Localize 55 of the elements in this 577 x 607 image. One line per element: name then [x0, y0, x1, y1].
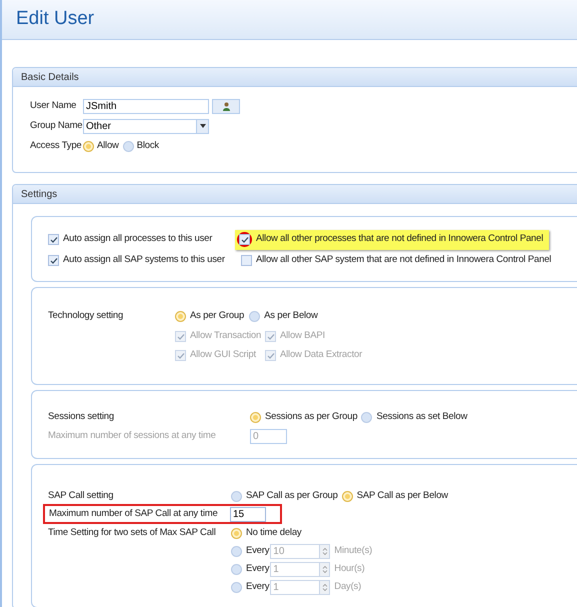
spinner-arrows-icon — [322, 583, 328, 592]
setting-label: Time Setting for two sets of Max SAP Call — [48, 526, 217, 540]
radio-label: Block — [136, 138, 159, 153]
radio-label: SAP Call as per Below — [356, 488, 448, 503]
setting-label: Sessions setting — [48, 410, 115, 424]
radio-button[interactable] — [122, 140, 134, 152]
radio-button[interactable] — [249, 310, 260, 322]
checkbox-label: Allow Transaction — [190, 329, 262, 344]
radio-button[interactable] — [231, 528, 242, 539]
caret-icon — [200, 124, 206, 128]
checkbox-label: Allow GUI Script — [190, 348, 256, 362]
radio-button[interactable] — [83, 140, 94, 152]
user-lookup-button[interactable] — [212, 98, 240, 114]
field-label: Maximum number of SAP Call at any time — [49, 506, 219, 521]
checkbox[interactable] — [48, 255, 59, 266]
max-sap-call-field[interactable]: 15 — [230, 506, 266, 522]
field-label: Group Name — [30, 118, 83, 133]
spinner-arrows-icon — [322, 547, 328, 556]
setting-label: SAP Call setting — [48, 488, 114, 503]
field-label: Maximum number of sessions at any time — [48, 429, 217, 444]
checkbox-label: Allow all other processes that are not defined in Innowera Control Panel — [256, 232, 544, 246]
user-icon — [222, 102, 230, 110]
radio-label: Every — [246, 562, 270, 576]
panel-title: Settings — [21, 188, 58, 202]
checkbox[interactable] — [241, 255, 252, 266]
radio-label: Every — [246, 544, 270, 558]
setting-label: Technology setting — [48, 308, 124, 323]
radio-label: Every — [246, 580, 270, 594]
spinner-arrows-icon — [322, 565, 328, 574]
field-label: User Name — [30, 98, 78, 113]
checkbox[interactable] — [239, 234, 250, 245]
radio-label: Allow — [97, 138, 119, 153]
radio-label: As per Group — [190, 308, 244, 323]
checkbox-label: Allow BAPI — [280, 329, 325, 344]
unit-label: Minute(s) — [334, 544, 372, 558]
radio-button[interactable] — [342, 490, 353, 502]
radio-button[interactable] — [231, 490, 242, 502]
checkbox-label: Allow Data Extractor — [280, 348, 362, 362]
unit-label: Hour(s) — [334, 562, 365, 576]
group-name-dropdown[interactable]: Other — [83, 118, 209, 134]
checkbox-label: Auto assign all SAP systems to this user — [63, 253, 225, 268]
radio-button[interactable] — [175, 310, 186, 322]
window-title: Edit User — [16, 7, 94, 32]
radio-label: Sessions as set Below — [376, 410, 468, 424]
user-name-field[interactable]: JSmith — [83, 98, 209, 114]
field-label: Access Type — [30, 138, 82, 153]
radio-label: Sessions as per Group — [265, 410, 358, 424]
unit-label: Day(s) — [334, 580, 362, 594]
panel-title: Basic Details — [21, 70, 79, 84]
radio-label: SAP Call as per Group — [246, 488, 338, 503]
radio-label: As per Below — [264, 308, 318, 323]
checkbox-label: Allow all other SAP system that are not defined in Innowera Control Panel — [256, 253, 552, 268]
radio-label: No time delay — [246, 526, 302, 540]
checkbox-label: Auto assign all processes to this user — [63, 232, 212, 246]
checkbox[interactable] — [48, 234, 59, 245]
